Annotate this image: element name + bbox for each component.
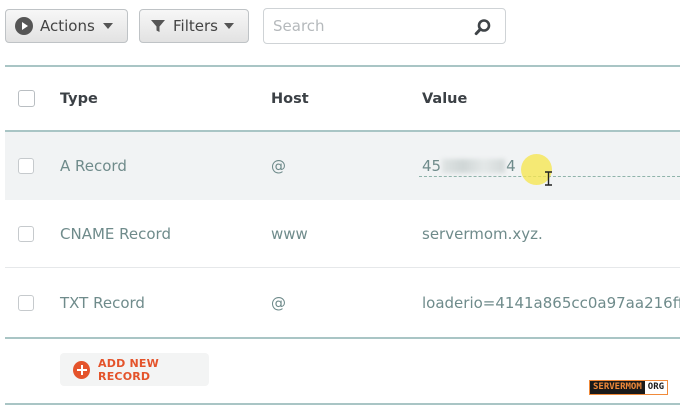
record-type: CNAME Record xyxy=(60,224,171,243)
record-type: TXT Record xyxy=(60,294,145,312)
record-type: A Record xyxy=(60,157,127,175)
section-bottom-border xyxy=(5,403,680,405)
record-value-prefix: 45 xyxy=(422,157,442,175)
plus-circle-icon xyxy=(73,360,91,379)
add-new-record-button[interactable]: ADD NEW RECORD xyxy=(60,353,209,386)
select-all-checkbox[interactable] xyxy=(18,90,35,107)
filters-label: Filters xyxy=(173,17,218,35)
play-circle-icon xyxy=(15,17,33,35)
record-host: @ xyxy=(271,157,286,175)
watermark-left: SERVERMOM xyxy=(590,381,645,394)
filters-dropdown-button[interactable]: Filters xyxy=(139,9,249,43)
search-icon[interactable] xyxy=(474,18,492,36)
watermark-right: ORG xyxy=(644,381,668,394)
search-box xyxy=(263,8,506,44)
add-new-record-label: ADD NEW RECORD xyxy=(98,356,159,383)
watermark-logo: SERVERMOM ORG xyxy=(589,380,669,395)
row-checkbox[interactable] xyxy=(18,295,34,311)
column-header-value[interactable]: Value xyxy=(422,67,467,130)
row-checkbox[interactable] xyxy=(18,158,34,174)
table-row[interactable]: CNAME Record www servermom.xyz. xyxy=(5,200,680,268)
column-header-type[interactable]: Type xyxy=(60,67,98,130)
record-value[interactable]: 45 4 xyxy=(422,132,516,200)
search-input[interactable] xyxy=(273,17,468,35)
row-checkbox[interactable] xyxy=(18,225,34,242)
redacted-ip-blur xyxy=(442,159,506,173)
text-cursor-icon xyxy=(545,171,552,186)
table-header-row: Type Host Value xyxy=(5,67,680,130)
record-value[interactable]: servermom.xyz. xyxy=(422,200,543,267)
chevron-down-icon xyxy=(224,23,234,29)
table-row[interactable]: TXT Record @ loaderio=4141a865cc0a97aa21… xyxy=(5,269,680,337)
actions-label: Actions xyxy=(40,17,95,35)
record-host: @ xyxy=(271,294,286,312)
column-header-host[interactable]: Host xyxy=(271,67,309,130)
record-value-suffix: 4 xyxy=(506,157,516,175)
actions-dropdown-button[interactable]: Actions xyxy=(5,9,128,43)
filter-icon xyxy=(151,20,165,32)
table-bottom-border xyxy=(5,337,680,339)
record-host: www xyxy=(271,224,308,243)
chevron-down-icon xyxy=(103,23,113,29)
record-value[interactable]: loaderio=4141a865cc0a97aa216ff721 xyxy=(422,269,680,337)
table-row[interactable]: A Record @ 45 4 xyxy=(5,132,680,200)
